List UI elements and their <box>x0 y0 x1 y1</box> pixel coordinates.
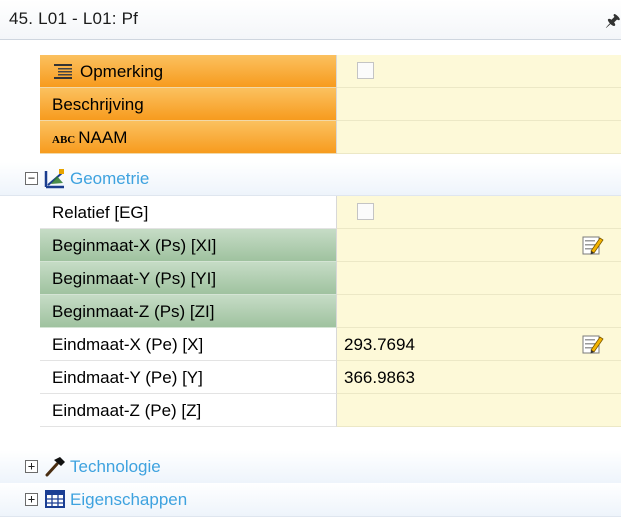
property-label: Beginmaat-Z (Ps) [ZI] <box>52 302 215 321</box>
property-row-beginmaat-x[interactable]: Beginmaat-X (Ps) [XI] <box>0 229 621 263</box>
property-row-beginmaat-y[interactable]: Beginmaat-Y (Ps) [YI] <box>0 262 621 296</box>
property-name-cell: Beginmaat-Z (Ps) [ZI] <box>40 295 337 328</box>
property-value-cell[interactable] <box>337 262 621 295</box>
expand-toggle[interactable]: + <box>25 493 38 506</box>
property-row-beginmaat-z[interactable]: Beginmaat-Z (Ps) [ZI] <box>0 295 621 329</box>
property-value-cell[interactable] <box>337 88 621 121</box>
edit-pencil-icon[interactable] <box>582 333 604 355</box>
property-name-cell: Eindmaat-Y (Pe) [Y] <box>40 361 337 394</box>
property-value-cell[interactable]: 366.9863 <box>337 361 621 394</box>
property-name-cell: Beginmaat-Y (Ps) [YI] <box>40 262 337 295</box>
property-value-cell[interactable]: 293.7694 <box>337 328 621 361</box>
property-name-cell: Eindmaat-X (Pe) [X] <box>40 328 337 361</box>
property-value-cell[interactable] <box>337 295 621 328</box>
property-name-cell: ABC NAAM <box>40 121 337 154</box>
property-label: Opmerking <box>80 62 164 81</box>
property-label: Beginmaat-X (Ps) [XI] <box>52 236 217 255</box>
property-value-cell[interactable] <box>337 394 621 427</box>
category-eigenschappen[interactable]: + Eigenschappen <box>0 483 621 517</box>
property-value: 366.9863 <box>344 368 415 387</box>
property-value-cell[interactable] <box>337 55 621 88</box>
property-row-eindmaat-z[interactable]: Eindmaat-Z (Pe) [Z] <box>0 394 621 428</box>
category-label: Geometrie <box>70 169 150 188</box>
abc-text-icon: ABC <box>52 134 76 146</box>
property-name-cell: Eindmaat-Z (Pe) [Z] <box>40 394 337 427</box>
category-label: Eigenschappen <box>70 490 188 509</box>
property-label: Eindmaat-X (Pe) [X] <box>52 335 204 354</box>
property-label: Beginmaat-Y (Ps) [YI] <box>52 269 217 288</box>
hammer-icon <box>45 457 65 477</box>
property-row-naam[interactable]: ABC NAAM <box>0 121 621 155</box>
property-name-cell: Relatief [EG] <box>40 196 337 229</box>
property-name-cell: Opmerking <box>40 55 337 88</box>
category-geometrie[interactable]: − Geometrie <box>0 162 621 196</box>
property-grid: Opmerking Beschrijving ABC NAAM − Geomet… <box>0 40 621 530</box>
collapse-toggle[interactable]: − <box>25 172 38 185</box>
property-value: 293.7694 <box>344 335 415 354</box>
property-value-cell[interactable] <box>337 229 621 262</box>
panel-titlebar: 45. L01 - L01: Pf 🖈 <box>0 0 621 40</box>
edit-pencil-icon[interactable] <box>582 234 604 256</box>
expand-toggle[interactable]: + <box>25 460 38 473</box>
category-technologie[interactable]: + Technologie <box>0 450 621 484</box>
property-row-eindmaat-x[interactable]: Eindmaat-X (Pe) [X] 293.7694 <box>0 328 621 362</box>
property-label: Relatief [EG] <box>52 203 149 222</box>
property-value-cell[interactable] <box>337 196 621 229</box>
property-row-opmerking[interactable]: Opmerking <box>0 55 621 89</box>
category-label: Technologie <box>70 457 161 476</box>
panel-title: 45. L01 - L01: Pf <box>9 9 139 28</box>
property-row-eindmaat-y[interactable]: Eindmaat-Y (Pe) [Y] 366.9863 <box>0 361 621 395</box>
relatief-checkbox[interactable] <box>357 203 374 220</box>
property-label: Beschrijving <box>52 95 144 114</box>
property-value-cell[interactable] <box>337 121 621 154</box>
property-name-cell: Beschrijving <box>40 88 337 121</box>
table-grid-icon <box>45 490 65 508</box>
property-name-cell: Beginmaat-X (Ps) [XI] <box>40 229 337 262</box>
pin-icon[interactable]: 🖈 <box>605 8 621 37</box>
opmerking-checkbox[interactable] <box>357 62 374 79</box>
property-label: NAAM <box>78 128 128 147</box>
property-label: Eindmaat-Z (Pe) [Z] <box>52 401 202 420</box>
property-label: Eindmaat-Y (Pe) [Y] <box>52 368 203 387</box>
list-lines-icon <box>54 64 72 80</box>
property-row-beschrijving[interactable]: Beschrijving <box>0 88 621 122</box>
property-row-relatief[interactable]: Relatief [EG] <box>0 196 621 230</box>
geometry-icon <box>44 169 64 189</box>
